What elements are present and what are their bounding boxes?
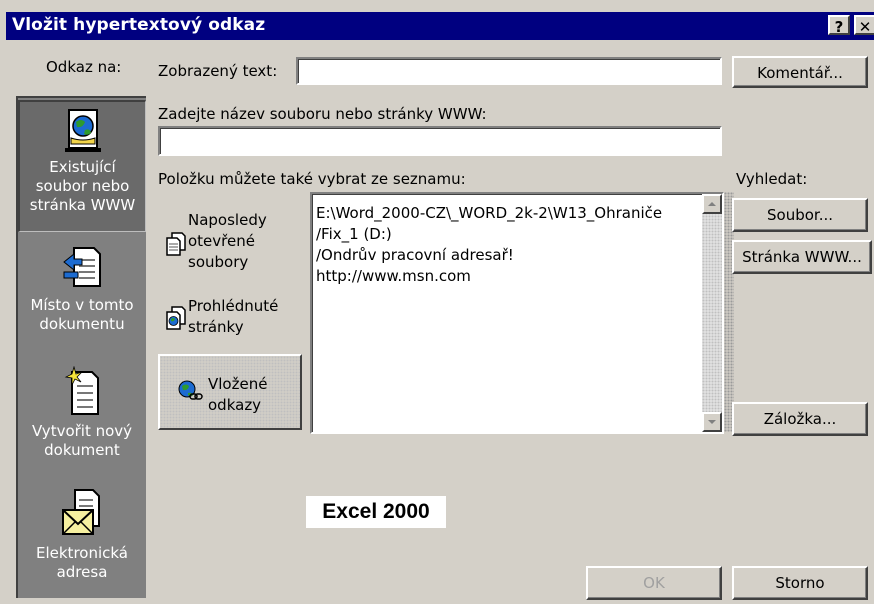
inserted-links-label-1: Vložené: [208, 375, 268, 393]
link-place-in-document[interactable]: Místo v tomto dokumentu: [18, 246, 146, 346]
url-label: Zadejte název souboru nebo stránky WWW:: [158, 105, 487, 123]
display-text-label: Zobrazený text:: [158, 62, 278, 80]
close-button[interactable]: ✕: [854, 15, 874, 36]
browsed-pages-tab[interactable]: Prohlédnuté stránky: [158, 292, 302, 348]
inserted-links-tab[interactable]: Vložené odkazy: [158, 354, 302, 430]
recent-files-label-2: otevřené: [188, 232, 255, 250]
list-label: Položku můžete také vybrat ze seznamu:: [158, 170, 466, 188]
link-to-bar: Existující soubor nebo stránka WWW Místo…: [16, 96, 146, 598]
nav-label-existing-1: Existující: [49, 158, 116, 176]
recent-files-label-3: soubory: [188, 253, 249, 271]
list-item[interactable]: /Fix_1 (D:): [316, 225, 392, 243]
browse-file-label: Soubor...: [767, 206, 833, 224]
nav-label-place-2: dokumentu: [39, 315, 125, 333]
scroll-down-button[interactable]: [702, 412, 722, 432]
list-item[interactable]: http://www.msn.com: [316, 267, 471, 285]
browse-file-button[interactable]: Soubor...: [732, 198, 868, 232]
browsed-pages-icon: [166, 306, 186, 330]
nav-label-email-1: Elektronická: [36, 544, 128, 562]
links-listbox[interactable]: E:\Word_2000-CZ\_WORD_2k-2\W13_Ohraniče …: [310, 192, 724, 434]
ok-button[interactable]: OK: [586, 566, 722, 600]
nav-label-new-2: dokument: [44, 441, 120, 459]
link-new-document[interactable]: Vytvořit nový dokument: [18, 366, 146, 466]
bookmark-label: Záložka...: [763, 410, 837, 428]
browsed-pages-label-1: Prohlédnuté: [188, 297, 279, 315]
display-text-input[interactable]: [296, 57, 722, 85]
title-bar[interactable]: Vložit hypertextový odkaz ? ✕: [6, 12, 874, 40]
email-icon: [62, 489, 100, 535]
browse-label: Vyhledat:: [736, 170, 808, 188]
web-page-icon: [64, 109, 101, 152]
url-input[interactable]: [158, 126, 722, 156]
arrow-up-icon: [708, 202, 716, 206]
recent-files-label-1: Naposledy: [188, 211, 267, 229]
link-existing-file[interactable]: Existující soubor nebo stránka WWW: [18, 100, 146, 232]
inserted-links-label-2: odkazy: [208, 396, 262, 414]
browse-web-page-label: Stránka WWW...: [742, 248, 862, 266]
document-place-icon: [63, 247, 101, 287]
vertical-scrollbar[interactable]: [702, 194, 722, 432]
insert-hyperlink-dialog: Vložit hypertextový odkaz ? ✕ Odkaz na: …: [0, 0, 874, 604]
list-item[interactable]: E:\Word_2000-CZ\_WORD_2k-2\W13_Ohraniče: [316, 204, 662, 222]
inserted-links-icon: [178, 380, 203, 400]
nav-label-new-1: Vytvořit nový: [31, 422, 133, 440]
browsed-pages-label-2: stránky: [188, 318, 244, 336]
ok-label: OK: [643, 574, 665, 592]
nav-label-email-2: adresa: [56, 563, 108, 581]
cancel-label: Storno: [775, 574, 825, 592]
nav-label-existing-2: soubor nebo: [35, 177, 130, 195]
new-document-icon: [64, 366, 99, 415]
help-button[interactable]: ?: [828, 15, 850, 36]
nav-label-place-1: Místo v tomto: [30, 296, 134, 314]
list-category-panel: Naposledy otevřené soubory Prohlédnuté s…: [158, 192, 304, 432]
screentip-button-label: Komentář...: [757, 64, 843, 82]
screentip-button[interactable]: Komentář...: [732, 56, 868, 88]
scroll-up-button[interactable]: [702, 194, 722, 214]
recent-files-icon: [166, 232, 186, 256]
recent-files-tab[interactable]: Naposledy otevřené soubory: [158, 202, 302, 282]
nav-label-existing-3: stránka WWW: [29, 196, 136, 214]
list-item[interactable]: /Ondrův pracovní adresař!: [316, 246, 514, 264]
cancel-button[interactable]: Storno: [732, 566, 868, 600]
link-email-address[interactable]: Elektronická adresa: [18, 488, 146, 594]
bookmark-button[interactable]: Záložka...: [732, 402, 868, 436]
dialog-title: Vložit hypertextový odkaz: [12, 15, 266, 35]
browse-web-page-button[interactable]: Stránka WWW...: [732, 240, 872, 274]
arrow-down-icon: [708, 420, 716, 424]
excel-version-stamp: Excel 2000: [306, 496, 446, 528]
link-to-label: Odkaz na:: [46, 58, 122, 76]
